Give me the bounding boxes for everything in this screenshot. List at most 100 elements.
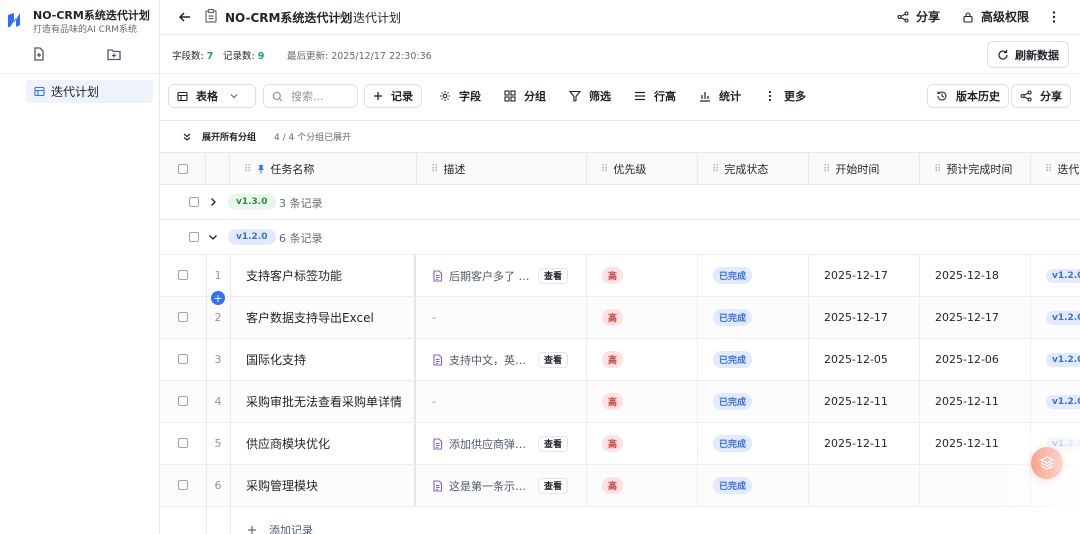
status-cell[interactable]: 已完成 [698, 423, 809, 464]
drag-handle-icon[interactable]: ⠿ [431, 164, 438, 175]
description-cell[interactable]: 后期客户多了 是... 查看 [417, 255, 587, 296]
iteration-cell[interactable]: v1.2.0 [1031, 297, 1080, 338]
group-checkbox[interactable] [189, 197, 199, 207]
expand-all-groups-button[interactable]: 展开所有分组 [182, 130, 256, 143]
priority-cell[interactable]: 高 [587, 465, 698, 506]
statistics-button[interactable]: 统计 [699, 84, 741, 108]
description-cell[interactable]: 添加供应商弹窗... 查看 [417, 423, 587, 464]
status-cell[interactable]: 已完成 [698, 381, 809, 422]
column-header-expected-end[interactable]: ⠿ 预计完成时间 [920, 153, 1031, 185]
add-record-row[interactable]: 添加记录 [160, 507, 1080, 534]
priority-cell[interactable]: 高 [587, 339, 698, 380]
row-checkbox[interactable] [178, 312, 188, 322]
priority-cell[interactable]: 高 [587, 423, 698, 464]
end-date-cell[interactable]: 2025-12-06 [920, 339, 1031, 380]
start-date-cell[interactable]: 2025-12-17 [809, 297, 920, 338]
view-description-button[interactable]: 查看 [538, 351, 569, 368]
iteration-cell[interactable]: v1.2.0 [1031, 381, 1080, 422]
share-view-button[interactable]: 分享 [1011, 84, 1071, 108]
drag-handle-icon[interactable]: ⠿ [601, 164, 608, 175]
table-row[interactable]: 5 供应商模块优化 添加供应商弹窗... 查看 高 已完成 2025-12-11 2025-1… [160, 423, 1080, 465]
task-name-cell[interactable]: 国际化支持 [230, 339, 416, 380]
view-description-button[interactable]: 查看 [538, 435, 569, 452]
column-header-iteration[interactable]: ⠿ 迭代 [1031, 153, 1080, 185]
breadcrumb-project[interactable]: NO-CRM系统迭代计划 [225, 9, 352, 26]
status-cell[interactable]: 已完成 [698, 297, 809, 338]
more-vertical-icon[interactable] [1048, 10, 1060, 24]
iteration-cell[interactable]: v1.2.0 [1031, 339, 1080, 380]
column-header-start-time[interactable]: ⠿ 开始时间 [809, 153, 920, 185]
table-row[interactable]: 2 客户数据支持导出Excel - 高 已完成 2025-12-17 2025-12-17 v… [160, 297, 1080, 339]
brand[interactable]: NO-CRM系统迭代计划 打造有品味的AI CRM系统 [0, 0, 159, 40]
refresh-data-button[interactable]: 刷新数据 [987, 41, 1069, 68]
end-date-cell[interactable] [920, 465, 1031, 506]
table-row[interactable]: 1 支持客户标签功能 后期客户多了 是... 查看 高 已完成 2025-12-17 2025… [160, 255, 1080, 297]
priority-cell[interactable]: 高 [587, 297, 698, 338]
new-folder-icon[interactable] [106, 46, 122, 62]
column-header-task-name[interactable]: ⠿ 任务名称 [230, 153, 417, 185]
end-date-cell[interactable]: 2025-12-17 [920, 297, 1031, 338]
task-name-cell[interactable]: 支持客户标签功能 [230, 255, 416, 296]
end-date-cell[interactable]: 2025-12-11 [920, 381, 1031, 422]
priority-cell[interactable]: 高 [587, 255, 698, 296]
row-checkbox[interactable] [178, 354, 188, 364]
end-date-cell[interactable]: 2025-12-18 [920, 255, 1031, 296]
description-cell[interactable]: 支持中文，英文... 查看 [417, 339, 587, 380]
column-header-status[interactable]: ⠿ 完成状态 [698, 153, 809, 185]
table-row[interactable]: 6 采购管理模块 这是第一条示例... 查看 高 已完成 [160, 465, 1080, 507]
add-record-link[interactable]: 添加记录 [247, 522, 313, 534]
status-cell[interactable]: 已完成 [698, 465, 809, 506]
view-description-button[interactable]: 查看 [538, 267, 569, 284]
group-row-v130[interactable]: v1.3.0 3 条记录 [160, 185, 1080, 220]
task-name-cell[interactable]: 采购审批无法查看采购单详情 [230, 381, 416, 422]
row-checkbox[interactable] [178, 270, 188, 280]
view-selector[interactable]: 表格 [168, 84, 256, 108]
group-button[interactable]: 分组 [504, 84, 546, 108]
search-input[interactable]: 搜索... [291, 88, 324, 104]
description-cell[interactable]: - [417, 297, 587, 338]
task-name-cell[interactable]: 客户数据支持导出Excel [230, 297, 416, 338]
priority-cell[interactable]: 高 [587, 381, 698, 422]
row-height-button[interactable]: 行高 [634, 84, 676, 108]
group-checkbox[interactable] [189, 232, 199, 242]
column-header-description[interactable]: ⠿ 描述 [417, 153, 587, 185]
chevron-down-icon[interactable] [207, 231, 219, 243]
table-row[interactable]: 3 国际化支持 支持中文，英文... 查看 高 已完成 2025-12-05 2025-12-… [160, 339, 1080, 381]
start-date-cell[interactable]: 2025-12-17 [809, 255, 920, 296]
table-row[interactable]: 4 采购审批无法查看采购单详情 - 高 已完成 2025-12-11 2025-12-11 v… [160, 381, 1080, 423]
column-header-priority[interactable]: ⠿ 优先级 [587, 153, 698, 185]
drag-handle-icon[interactable]: ⠿ [1045, 164, 1052, 175]
status-cell[interactable]: 已完成 [698, 339, 809, 380]
insert-row-button[interactable]: + [211, 291, 225, 305]
description-cell[interactable]: - [417, 381, 587, 422]
drag-handle-icon[interactable]: ⠿ [712, 164, 719, 175]
new-file-icon[interactable] [31, 46, 47, 62]
field-button[interactable]: 字段 [439, 84, 481, 108]
start-date-cell[interactable]: 2025-12-11 [809, 381, 920, 422]
chevron-right-icon[interactable] [207, 196, 219, 208]
row-checkbox[interactable] [178, 480, 188, 490]
task-name-cell[interactable]: 采购管理模块 [230, 465, 416, 506]
start-date-cell[interactable] [809, 465, 920, 506]
row-checkbox[interactable] [178, 396, 188, 406]
row-checkbox[interactable] [178, 438, 188, 448]
layers-float-button[interactable] [1031, 447, 1063, 479]
status-cell[interactable]: 已完成 [698, 255, 809, 296]
drag-handle-icon[interactable]: ⠿ [934, 164, 941, 175]
back-arrow-icon[interactable] [177, 9, 193, 25]
add-record-button[interactable]: 记录 [364, 84, 422, 108]
search-box[interactable]: 搜索... [263, 84, 358, 108]
advanced-permission-button[interactable]: 高级权限 [962, 8, 1029, 25]
description-cell[interactable]: 这是第一条示例... 查看 [417, 465, 587, 506]
select-all-checkbox[interactable] [177, 164, 188, 174]
group-row-v120[interactable]: v1.2.0 6 条记录 [160, 220, 1080, 255]
version-history-button[interactable]: 版本历史 [927, 84, 1009, 108]
iteration-cell[interactable]: v1.2.0 [1031, 255, 1080, 296]
start-date-cell[interactable]: 2025-12-05 [809, 339, 920, 380]
drag-handle-icon[interactable]: ⠿ [823, 164, 830, 175]
more-button[interactable]: 更多 [764, 84, 806, 108]
sidebar-item-iteration-plan[interactable]: 迭代计划 [26, 80, 153, 103]
share-button[interactable]: 分享 [897, 8, 940, 25]
start-date-cell[interactable]: 2025-12-11 [809, 423, 920, 464]
view-description-button[interactable]: 查看 [538, 477, 569, 494]
